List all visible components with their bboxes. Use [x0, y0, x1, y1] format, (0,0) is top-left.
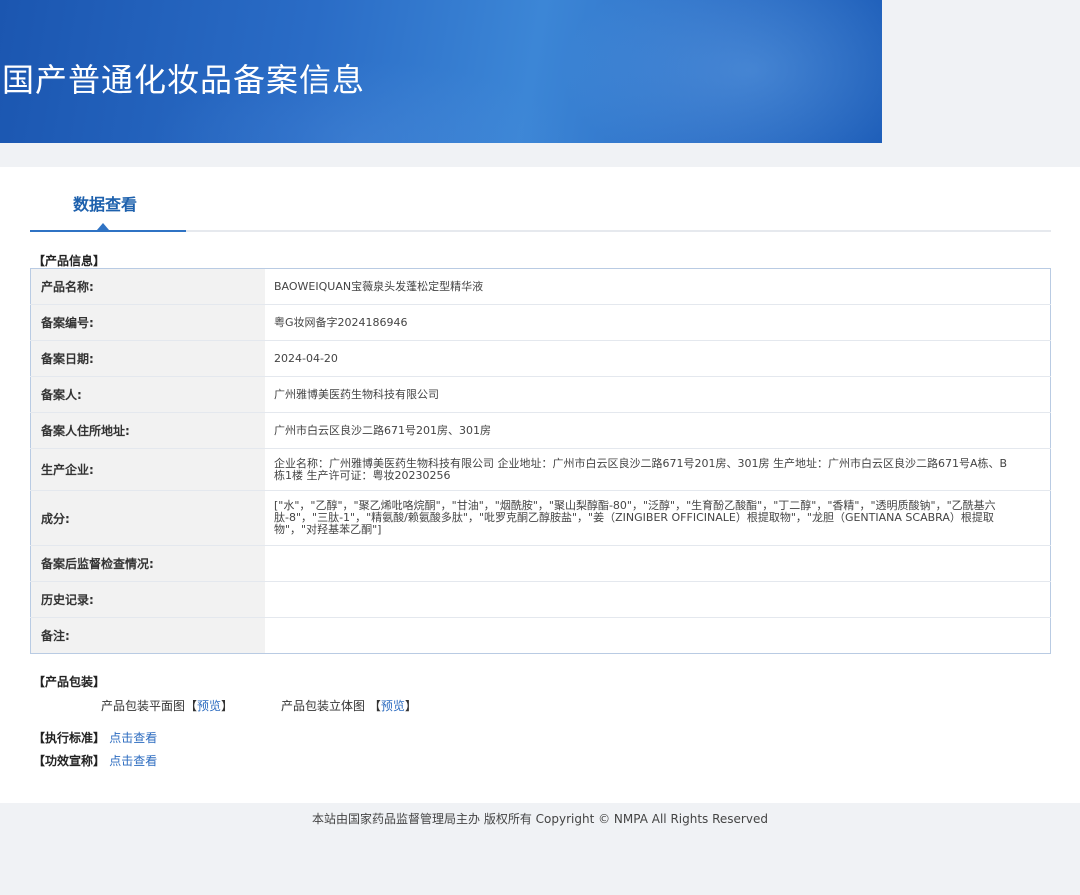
efficacy-view-link[interactable]: 点击查看: [109, 754, 157, 768]
row-value-ingredients: ["水"，"乙醇"，"聚乙烯吡咯烷酮"，"甘油"，"烟酰胺"，"聚山梨醇酯-80…: [265, 490, 1051, 546]
efficacy-row: 【功效宣称】 点击查看: [33, 752, 157, 769]
bracket-open: 【: [185, 699, 198, 713]
footer: 本站由国家药品监督管理局主办 版权所有 Copyright © NMPA All…: [0, 803, 1080, 895]
banner-glow: [560, 0, 882, 143]
row-label-manufacturer: 生产企业:: [30, 448, 265, 491]
efficacy-label: 【功效宣称】: [33, 754, 106, 768]
row-value-filer-address: 广州市白云区良沙二路671号201房、301房: [265, 412, 1051, 449]
main-content: 数据查看 【产品信息】 产品名称: BAOWEIQUAN宝薇泉头发蓬松定型精华液…: [0, 167, 1080, 803]
table-row: 历史记录:: [30, 581, 1051, 618]
table-row: 备案人住所地址: 广州市白云区良沙二路671号201房、301房: [30, 412, 1051, 449]
copyright-text: 本站由国家药品监督管理局主办 版权所有 Copyright © NMPA All…: [312, 812, 768, 826]
table-row: 备案人: 广州雅博美医药生物科技有限公司: [30, 376, 1051, 413]
table-row: 备案日期: 2024-04-20: [30, 340, 1051, 377]
header-banner: 国产普通化妆品备案信息: [0, 0, 882, 143]
tab-label: 数据查看: [72, 195, 137, 214]
packaging-solid-preview-link[interactable]: 预览: [381, 699, 405, 713]
table-row: 备注:: [30, 617, 1051, 654]
standard-row: 【执行标准】 点击查看: [33, 729, 157, 746]
tab-data-view[interactable]: 数据查看: [30, 167, 186, 232]
table-row: 成分: ["水"，"乙醇"，"聚乙烯吡咯烷酮"，"甘油"，"烟酰胺"，"聚山梨醇…: [30, 490, 1051, 546]
row-label-inspection: 备案后监督检查情况:: [30, 545, 265, 582]
bracket-close: 】: [221, 699, 234, 713]
table-row: 产品名称: BAOWEIQUAN宝薇泉头发蓬松定型精华液: [30, 268, 1051, 305]
product-info-table: 产品名称: BAOWEIQUAN宝薇泉头发蓬松定型精华液 备案编号: 粤G妆网备…: [30, 268, 1051, 654]
row-value-history: [265, 581, 1051, 618]
packaging-flat-label: 产品包装平面图: [101, 699, 186, 713]
tab-bar: 数据查看: [30, 167, 1051, 232]
row-value-manufacturer: 企业名称：广州雅博美医药生物科技有限公司 企业地址：广州市白云区良沙二路671号…: [265, 448, 1051, 491]
row-label-filing-date: 备案日期:: [30, 340, 265, 377]
product-info-heading: 【产品信息】: [33, 254, 106, 268]
packaging-heading: 【产品包装】: [33, 675, 106, 689]
bracket-close: 】: [404, 699, 417, 713]
page-title: 国产普通化妆品备案信息: [2, 61, 366, 99]
row-label-product-name: 产品名称:: [30, 268, 265, 305]
packaging-solid-item: 产品包装立体图 【预览】: [281, 697, 417, 714]
tab-active-underline: [30, 230, 186, 232]
row-label-remarks: 备注:: [30, 617, 265, 654]
tab-active-caret-icon: [97, 223, 109, 230]
bracket-open: 【: [368, 699, 381, 713]
row-value-filing-number: 粤G妆网备字2024186946: [265, 304, 1051, 341]
row-value-filing-date: 2024-04-20: [265, 340, 1051, 377]
standard-view-link[interactable]: 点击查看: [109, 731, 157, 745]
row-value-inspection: [265, 545, 1051, 582]
row-label-filer-address: 备案人住所地址:: [30, 412, 265, 449]
row-label-ingredients: 成分:: [30, 490, 265, 546]
packaging-solid-label: 产品包装立体图: [281, 699, 366, 713]
packaging-flat-preview-link[interactable]: 预览: [197, 699, 221, 713]
row-label-history: 历史记录:: [30, 581, 265, 618]
row-value-product-name: BAOWEIQUAN宝薇泉头发蓬松定型精华液: [274, 279, 484, 293]
row-label-filer: 备案人:: [30, 376, 265, 413]
row-value-filer: 广州雅博美医药生物科技有限公司: [265, 376, 1051, 413]
standard-label: 【执行标准】: [33, 731, 106, 745]
table-row: 备案编号: 粤G妆网备字2024186946: [30, 304, 1051, 341]
packaging-flat-item: 产品包装平面图【预览】: [101, 697, 233, 714]
row-value-remarks: [265, 617, 1051, 654]
table-row: 生产企业: 企业名称：广州雅博美医药生物科技有限公司 企业地址：广州市白云区良沙…: [30, 448, 1051, 491]
row-label-filing-number: 备案编号:: [30, 304, 265, 341]
table-row: 备案后监督检查情况:: [30, 545, 1051, 582]
